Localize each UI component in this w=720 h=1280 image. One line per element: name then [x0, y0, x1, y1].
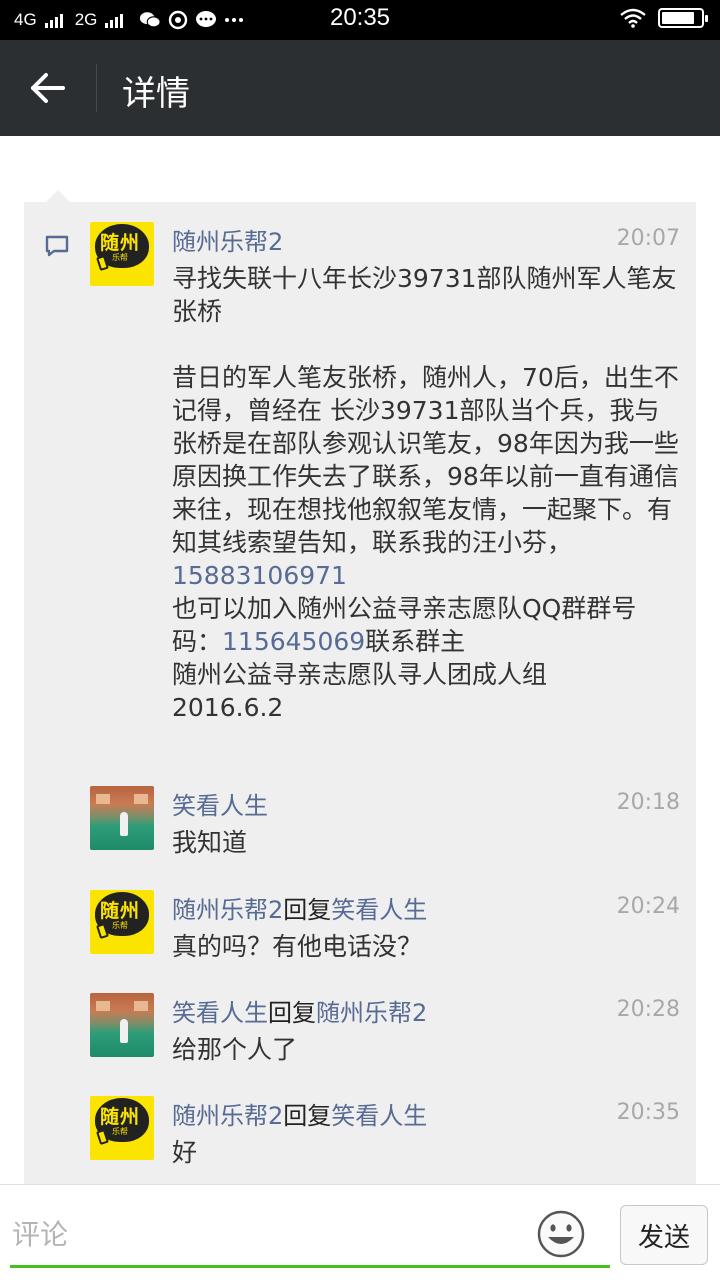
- commenter-name[interactable]: 随州乐帮2回复笑看人生: [172, 890, 427, 925]
- suizhou-lebang-avatar[interactable]: 随州 乐帮: [90, 890, 154, 954]
- xiaokan-rensheng-avatar[interactable]: [90, 993, 154, 1057]
- title-divider: [96, 64, 97, 112]
- commenter-name[interactable]: 随州乐帮2: [172, 222, 283, 257]
- comment-input-bar: 发送: [0, 1184, 720, 1280]
- wifi-icon: [620, 8, 646, 28]
- comment-text: 好: [172, 1138, 198, 1167]
- avatar-subtext: 乐帮: [112, 253, 128, 262]
- suizhou-lebang-avatar[interactable]: 随州 乐帮: [90, 222, 154, 286]
- comment-time: 20:07: [616, 226, 680, 251]
- avatar-subtext: 乐帮: [112, 1127, 128, 1136]
- arrow-left-icon: [31, 73, 65, 103]
- battery-icon: [658, 8, 708, 28]
- battery-level: [662, 12, 695, 24]
- comment-item[interactable]: 随州 乐帮 随州乐帮2回复笑看人生 20:24 真的吗？有他电话没？: [90, 890, 680, 970]
- commenter-name[interactable]: 笑看人生: [172, 786, 268, 821]
- status-bar: 4G 2G 20:35: [0, 0, 720, 40]
- comment-item[interactable]: 笑看人生 20:18 我知道: [90, 786, 680, 866]
- avatar-text: 随州: [100, 900, 141, 922]
- avatar-text: 随州: [100, 1106, 141, 1128]
- comment-icon: [45, 235, 69, 257]
- avatar-subtext: 乐帮: [112, 921, 128, 930]
- input-underline: [10, 1265, 610, 1268]
- comment-time: 20:28: [616, 997, 680, 1022]
- comment-text: 我知道: [172, 828, 248, 857]
- suizhou-lebang-avatar[interactable]: 随州 乐帮: [90, 1096, 154, 1160]
- comment-text: 寻找失联十八年长沙39731部队随州军人笔友张桥 昔日的军人笔友张桥，随州人，7…: [172, 264, 679, 722]
- comment-item[interactable]: 笑看人生回复随州乐帮2 20:28 给那个人了: [90, 993, 680, 1073]
- comment-input[interactable]: [12, 1209, 522, 1259]
- comment-text: 真的吗？有他电话没？: [172, 932, 423, 961]
- page-title: 详情: [122, 74, 190, 114]
- commenter-name[interactable]: 随州乐帮2回复笑看人生: [172, 1096, 427, 1131]
- clock: 20:35: [329, 4, 391, 31]
- qq-group-link[interactable]: 115645069: [222, 627, 365, 656]
- avatar-text: 随州: [100, 232, 141, 254]
- send-button[interactable]: 发送: [620, 1205, 708, 1265]
- comments-card: 随州 乐帮 随州乐帮2 20:07 寻找失联十八年长沙39731部队随州军人笔友…: [24, 202, 696, 1192]
- phone-link[interactable]: 15883106971: [172, 561, 347, 590]
- comment-item[interactable]: 随州 乐帮 随州乐帮2回复笑看人生 20:35 好: [90, 1096, 680, 1176]
- commenter-name[interactable]: 笑看人生回复随州乐帮2: [172, 993, 427, 1028]
- xiaokan-rensheng-avatar[interactable]: [90, 786, 154, 850]
- card-notch: [46, 190, 70, 202]
- detail-content[interactable]: 随州 乐帮 随州乐帮2 20:07 寻找失联十八年长沙39731部队随州军人笔友…: [0, 136, 720, 1192]
- comment-time: 20:35: [616, 1100, 680, 1125]
- comment-item[interactable]: 随州 乐帮 随州乐帮2 20:07 寻找失联十八年长沙39731部队随州军人笔友…: [90, 222, 680, 762]
- comment-time: 20:24: [616, 894, 680, 919]
- comment-time: 20:18: [616, 790, 680, 815]
- status-right: [620, 8, 708, 28]
- title-bar: 详情: [0, 40, 720, 136]
- smiley-icon[interactable]: [536, 1209, 586, 1259]
- comment-text: 给那个人了: [172, 1035, 298, 1064]
- back-button[interactable]: [20, 64, 76, 112]
